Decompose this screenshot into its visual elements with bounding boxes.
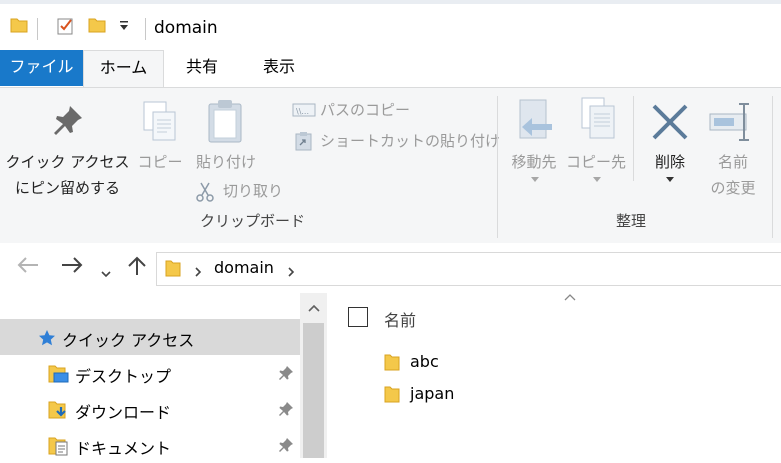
nav-item-desktop[interactable]: デスクトップ bbox=[0, 355, 300, 391]
select-all-checkbox[interactable] bbox=[348, 307, 368, 327]
pin-icon bbox=[50, 102, 86, 142]
navigation-pane: クイック アクセス デスクトップ ダウンロード ドキュメント bbox=[0, 293, 328, 458]
paste-shortcut-button[interactable]: ショートカットの貼り付け bbox=[290, 128, 500, 155]
ribbon-tabs: ファイル ホーム 共有 表示 bbox=[0, 50, 781, 88]
desktop-folder-icon bbox=[48, 364, 70, 388]
properties-check-icon[interactable] bbox=[56, 16, 76, 36]
organize-group-label: 整理 bbox=[616, 212, 647, 230]
scissors-icon bbox=[195, 181, 215, 207]
delete-button[interactable]: 削除 bbox=[640, 88, 700, 188]
paste-label: 貼り付け bbox=[195, 153, 256, 171]
delete-label: 削除 bbox=[654, 153, 685, 171]
tab-home[interactable]: ホーム bbox=[83, 50, 164, 88]
up-arrow-icon[interactable] bbox=[126, 255, 148, 283]
delete-caret-icon bbox=[666, 177, 674, 182]
nav-scrollbar[interactable] bbox=[300, 293, 327, 458]
breadcrumb-chevron-icon[interactable] bbox=[193, 263, 203, 282]
new-folder-icon[interactable] bbox=[88, 16, 106, 34]
scroll-up-arrow-icon[interactable] bbox=[300, 293, 327, 323]
pin-quick-access-button[interactable]: クイック アクセス にピン留めする bbox=[0, 88, 135, 206]
group-separator bbox=[497, 96, 498, 238]
copy-to-button[interactable]: コピー先 bbox=[565, 88, 627, 188]
folder-icon bbox=[165, 259, 181, 281]
folder-icon bbox=[384, 353, 400, 375]
ribbon-home: クイック アクセス にピン留めする コピー 貼り付け \\... パスのコピー … bbox=[0, 87, 781, 244]
address-bar[interactable]: domain bbox=[156, 252, 781, 286]
rename-button[interactable]: 名前 の変更 bbox=[702, 88, 764, 206]
pin-icon[interactable] bbox=[278, 437, 294, 457]
paste-button[interactable]: 貼り付け bbox=[190, 88, 262, 178]
toolbar-separator bbox=[145, 18, 146, 40]
breadcrumb-chevron-icon[interactable] bbox=[286, 263, 296, 282]
column-header-name[interactable]: 名前 bbox=[384, 307, 416, 331]
file-row[interactable]: abc bbox=[380, 350, 680, 376]
copy-path-button[interactable]: \\... パスのコピー bbox=[290, 97, 420, 123]
nav-item-label: デスクトップ bbox=[75, 367, 172, 386]
rename-label-line2: の変更 bbox=[710, 179, 756, 197]
move-to-icon bbox=[516, 98, 554, 148]
copy-path-label: パスのコピー bbox=[320, 101, 411, 119]
clipboard-group-label: クリップボード bbox=[200, 212, 306, 230]
downloads-folder-icon bbox=[48, 400, 70, 424]
folder-icon bbox=[384, 385, 400, 407]
paste-shortcut-icon bbox=[295, 131, 313, 155]
cut-label: 切り取り bbox=[223, 182, 284, 200]
forward-arrow-icon[interactable] bbox=[60, 255, 84, 281]
nav-item-label: ダウンロード bbox=[75, 403, 172, 422]
tab-view[interactable]: 表示 bbox=[246, 50, 312, 86]
cut-button[interactable]: 切り取り bbox=[193, 178, 293, 204]
file-row[interactable]: japan bbox=[380, 382, 680, 408]
group-separator bbox=[633, 96, 634, 181]
folder-icon[interactable] bbox=[10, 16, 28, 34]
paste-icon bbox=[206, 98, 244, 148]
scroll-thumb[interactable] bbox=[303, 323, 324, 458]
move-to-button[interactable]: 移動先 bbox=[503, 88, 565, 188]
copy-to-label: コピー先 bbox=[565, 153, 626, 171]
copy-icon bbox=[141, 100, 179, 148]
tab-share[interactable]: 共有 bbox=[172, 50, 232, 86]
paste-shortcut-label: ショートカットの貼り付け bbox=[320, 132, 501, 150]
nav-item-label: ドキュメント bbox=[75, 439, 172, 458]
tab-file[interactable]: ファイル bbox=[0, 50, 83, 86]
back-arrow-icon[interactable] bbox=[16, 255, 40, 281]
pin-label-line2: にピン留めする bbox=[14, 179, 120, 197]
recent-locations-chevron-icon[interactable] bbox=[100, 259, 112, 285]
address-row: domain bbox=[0, 243, 781, 293]
breadcrumb-domain[interactable]: domain bbox=[214, 258, 274, 277]
sort-ascending-icon bbox=[564, 291, 576, 304]
star-icon bbox=[38, 329, 56, 351]
pin-label-line1: クイック アクセス bbox=[5, 153, 130, 171]
copy-button[interactable]: コピー bbox=[135, 88, 185, 178]
move-to-caret-icon bbox=[531, 177, 539, 182]
copy-to-icon bbox=[578, 96, 618, 148]
title-bar: domain bbox=[0, 4, 781, 50]
copy-path-icon: \\... bbox=[292, 102, 316, 122]
delete-x-icon bbox=[650, 102, 690, 146]
move-to-label: 移動先 bbox=[511, 153, 557, 171]
rename-icon bbox=[708, 102, 754, 146]
file-name: abc bbox=[410, 352, 439, 371]
qat-dropdown-icon[interactable] bbox=[118, 18, 130, 34]
group-separator bbox=[772, 96, 773, 238]
window-title: domain bbox=[154, 18, 218, 38]
svg-text:\\...: \\... bbox=[296, 107, 309, 116]
copy-to-caret-icon bbox=[593, 177, 601, 182]
pin-icon[interactable] bbox=[278, 401, 294, 421]
pin-icon[interactable] bbox=[278, 365, 294, 385]
copy-label: コピー bbox=[137, 153, 183, 171]
nav-item-quick-access[interactable]: クイック アクセス bbox=[0, 319, 300, 355]
file-list-pane: 名前 abc japan bbox=[328, 293, 781, 458]
documents-folder-icon bbox=[48, 436, 70, 460]
toolbar-separator bbox=[37, 18, 38, 40]
nav-item-downloads[interactable]: ダウンロード bbox=[0, 391, 300, 427]
rename-label-line1: 名前 bbox=[717, 153, 748, 171]
file-name: japan bbox=[410, 384, 455, 403]
nav-item-label: クイック アクセス bbox=[62, 331, 195, 350]
